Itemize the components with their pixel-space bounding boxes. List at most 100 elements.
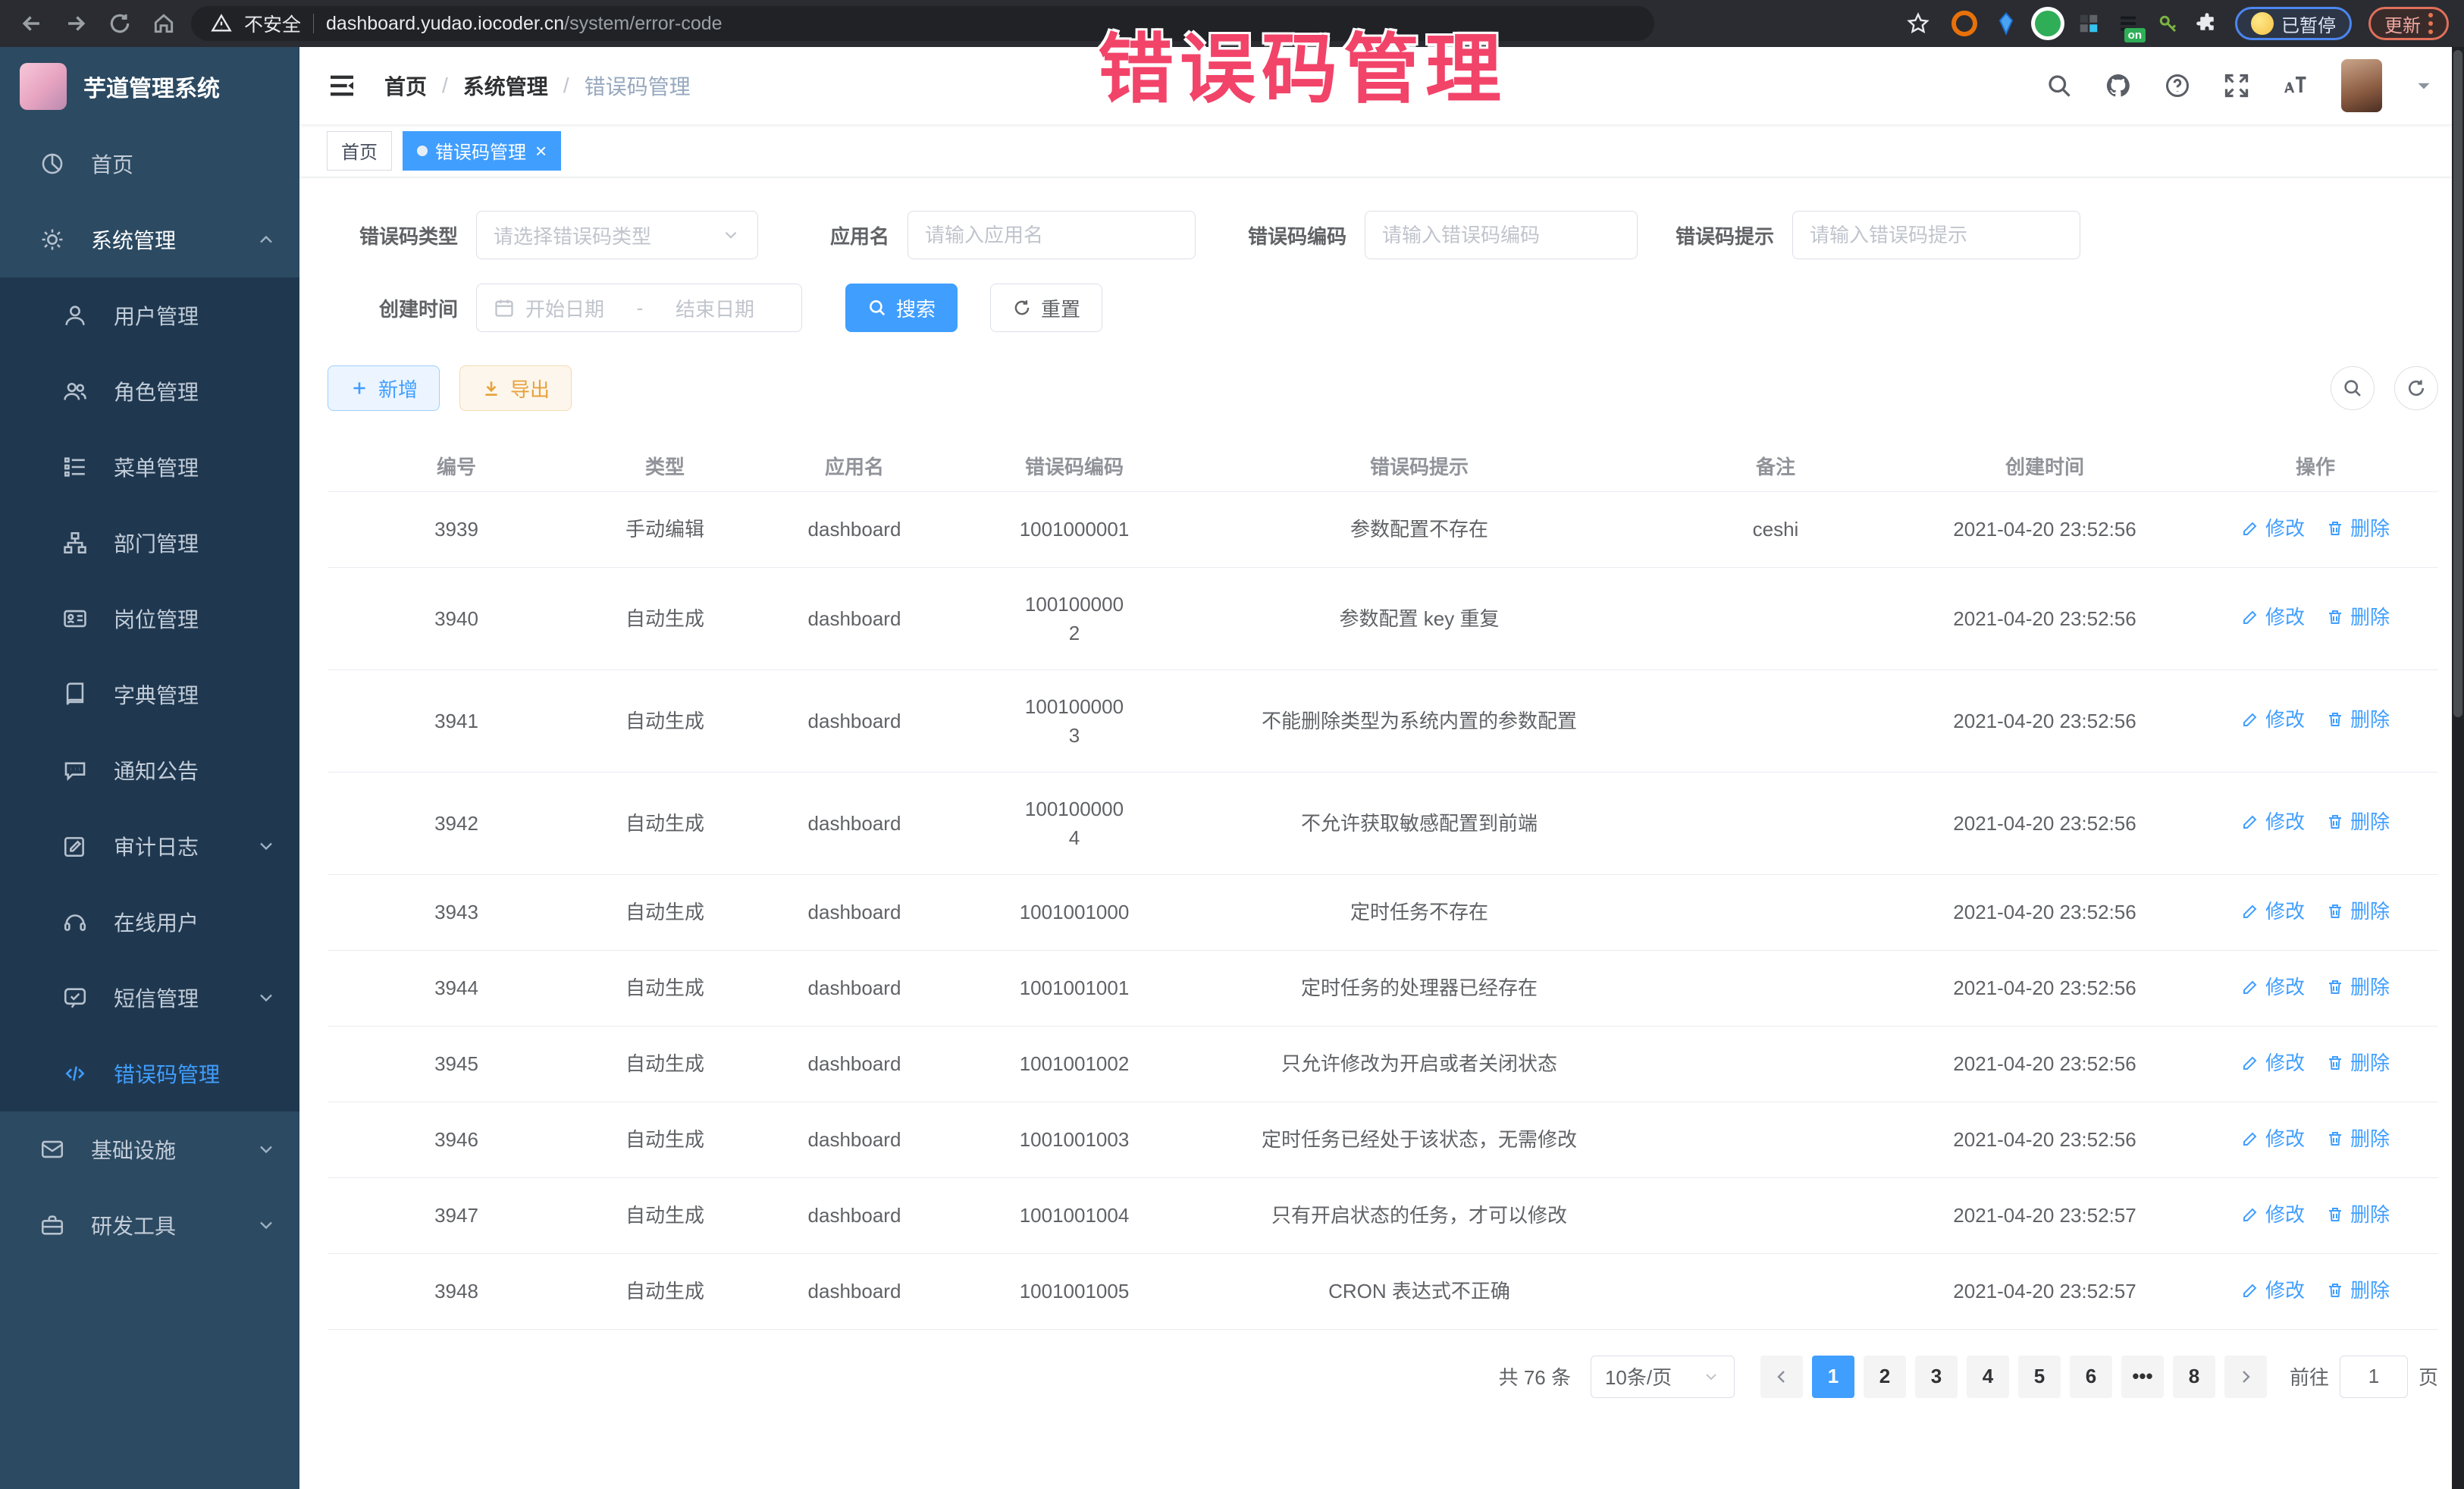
edit-link[interactable]: 修改 (2241, 807, 2305, 836)
browser-update-button[interactable]: 更新 (2368, 7, 2449, 40)
delete-link[interactable]: 删除 (2326, 1276, 2390, 1305)
help-icon[interactable] (2164, 72, 2191, 99)
table-row: 3947自动生成dashboard1001001004只有开启状态的任务，才可以… (328, 1177, 2438, 1253)
sidebar-item-code[interactable]: 错误码管理 (0, 1036, 299, 1111)
table-row: 3940自动生成dashboard100100000 2参数配置 key 重复2… (328, 567, 2438, 669)
sidebar-item-sms[interactable]: 短信管理 (0, 960, 299, 1036)
error-hint-input[interactable] (1810, 224, 2063, 247)
browser-scrollbar[interactable] (2452, 47, 2464, 1489)
browser-menu-icon[interactable] (2428, 13, 2433, 34)
page-size-select[interactable]: 10条/页 (1591, 1356, 1735, 1398)
export-button[interactable]: 导出 (459, 365, 572, 411)
extension-green-icon[interactable] (2035, 11, 2061, 36)
extension-key-icon[interactable] (2156, 12, 2179, 35)
row-type: 自动生成 (585, 1026, 745, 1102)
delete-link[interactable]: 删除 (2326, 603, 2390, 632)
refresh-table-button[interactable] (2394, 366, 2438, 410)
delete-link[interactable]: 删除 (2326, 1124, 2390, 1153)
breadcrumb-system[interactable]: 系统管理 (463, 71, 548, 101)
delete-link[interactable]: 删除 (2326, 973, 2390, 1002)
edit-link[interactable]: 修改 (2241, 1124, 2305, 1153)
delete-link[interactable]: 删除 (2326, 807, 2390, 836)
extension-gem-icon[interactable] (1994, 11, 2018, 36)
user-avatar[interactable] (2341, 59, 2382, 112)
profile-paused-chip[interactable]: 已暂停 (2235, 7, 2352, 40)
reload-button[interactable] (103, 7, 136, 40)
github-icon[interactable] (2105, 72, 2132, 99)
close-icon[interactable]: × (535, 141, 547, 161)
forward-button[interactable] (59, 7, 92, 40)
prev-page-button[interactable] (1760, 1356, 1803, 1398)
sidebar-item-gear[interactable]: 系统管理 (0, 202, 299, 277)
page-button-5[interactable]: 5 (2018, 1356, 2061, 1398)
create-time-range-picker[interactable]: 开始日期 - 结束日期 (476, 284, 802, 332)
sidebar-item-headset[interactable]: 在线用户 (0, 884, 299, 960)
row-id: 3947 (328, 1177, 585, 1253)
extension-orange-icon[interactable] (1951, 11, 1977, 36)
caret-down-icon[interactable] (2414, 76, 2434, 96)
sidebar-item-id-card[interactable]: 岗位管理 (0, 581, 299, 657)
edit-link[interactable]: 修改 (2241, 897, 2305, 926)
fullscreen-icon[interactable] (2223, 72, 2250, 99)
delete-link[interactable]: 删除 (2326, 1200, 2390, 1229)
edit-link[interactable]: 修改 (2241, 514, 2305, 543)
row-actions: 修改删除 (2193, 1177, 2438, 1253)
row-time: 2021-04-20 23:52:56 (1897, 669, 2193, 772)
sidebar-item-user[interactable]: 用户管理 (0, 277, 299, 353)
sidebar-item-org-tree[interactable]: 部门管理 (0, 505, 299, 581)
edit-link-label: 修改 (2265, 705, 2305, 734)
delete-link[interactable]: 删除 (2326, 705, 2390, 734)
page-button-3[interactable]: 3 (1915, 1356, 1958, 1398)
home-button[interactable] (147, 7, 180, 40)
tag-error-code[interactable]: 错误码管理 × (403, 131, 561, 171)
app-name-input[interactable] (925, 224, 1178, 247)
add-button[interactable]: 新增 (328, 365, 440, 411)
back-button[interactable] (15, 7, 49, 40)
edit-link[interactable]: 修改 (2241, 973, 2305, 1002)
edit-icon (2241, 1281, 2259, 1299)
edit-link[interactable]: 修改 (2241, 603, 2305, 632)
sidebar-item-dashboard[interactable]: 首页 (0, 126, 299, 202)
page-button-8[interactable]: 8 (2173, 1356, 2215, 1398)
search-button[interactable]: 搜索 (845, 284, 958, 332)
tag-home[interactable]: 首页 (327, 131, 392, 171)
page-button-6[interactable]: 6 (2070, 1356, 2112, 1398)
scrollbar-thumb[interactable] (2453, 50, 2462, 717)
error-code-input[interactable] (1382, 224, 1620, 247)
delete-icon (2326, 1054, 2344, 1072)
edit-link[interactable]: 修改 (2241, 705, 2305, 734)
show-search-toggle-button[interactable] (2331, 366, 2375, 410)
edit-link[interactable]: 修改 (2241, 1200, 2305, 1229)
bookmark-star-icon[interactable] (1901, 7, 1935, 40)
sidebar-item-audit-log[interactable]: 审计日志 (0, 808, 299, 884)
sidebar-item-dictionary[interactable]: 字典管理 (0, 657, 299, 732)
edit-link[interactable]: 修改 (2241, 1276, 2305, 1305)
sidebar-item-announcement[interactable]: 通知公告 (0, 732, 299, 808)
delete-link[interactable]: 删除 (2326, 897, 2390, 926)
error-type-select[interactable]: 请选择错误码类型 (476, 211, 758, 259)
sidebar-item-dev-tools[interactable]: 研发工具 (0, 1187, 299, 1263)
delete-link[interactable]: 删除 (2326, 1049, 2390, 1077)
page-button-2[interactable]: 2 (1864, 1356, 1906, 1398)
users-icon (62, 378, 88, 404)
extension-grid-icon[interactable] (2077, 12, 2100, 35)
extensions-puzzle-icon[interactable] (2196, 12, 2218, 35)
next-page-button[interactable] (2224, 1356, 2267, 1398)
breadcrumb-home[interactable]: 首页 (384, 71, 427, 101)
reset-button[interactable]: 重置 (990, 284, 1102, 332)
page-button-1[interactable]: 1 (1812, 1356, 1854, 1398)
extension-switch-icon[interactable]: on (2117, 12, 2140, 35)
edit-link[interactable]: 修改 (2241, 1049, 2305, 1077)
sidebar-item-users[interactable]: 角色管理 (0, 353, 299, 429)
font-size-icon[interactable] (2282, 72, 2309, 99)
page-button-4[interactable]: 4 (1967, 1356, 2009, 1398)
search-icon[interactable] (2045, 72, 2073, 99)
delete-icon (2326, 1281, 2344, 1299)
collapse-sidebar-icon[interactable] (327, 71, 357, 101)
sidebar-item-infrastructure[interactable]: 基础设施 (0, 1111, 299, 1187)
goto-page-input[interactable] (2340, 1356, 2408, 1398)
sidebar-item-menu-tree[interactable]: 菜单管理 (0, 429, 299, 505)
row-actions: 修改删除 (2193, 874, 2438, 950)
more-pages-button[interactable]: ••• (2121, 1356, 2164, 1398)
delete-link[interactable]: 删除 (2326, 514, 2390, 543)
